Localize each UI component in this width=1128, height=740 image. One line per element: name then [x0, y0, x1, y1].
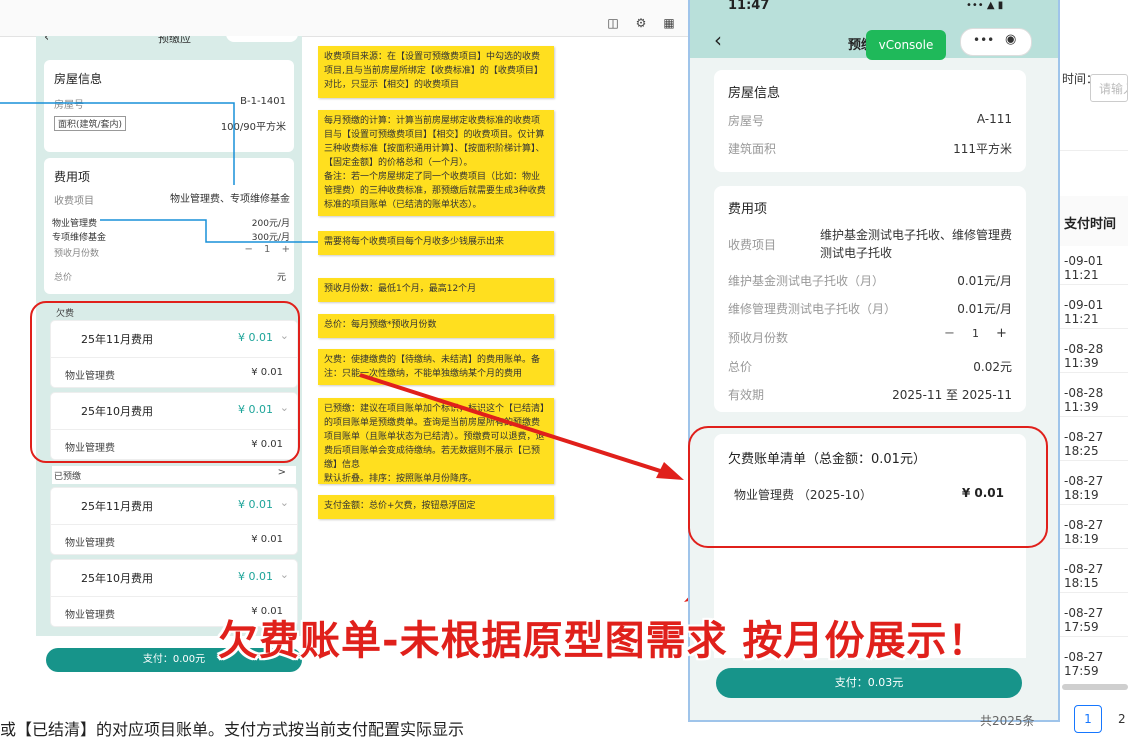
- fee-items-title: 费用项: [728, 202, 768, 217]
- table-row: -08-27 18:15: [1064, 562, 1104, 590]
- table-header: 支付时间: [1060, 196, 1128, 246]
- table-row: -09-01 11:21: [1064, 254, 1104, 282]
- house-info-title: 房屋信息: [728, 86, 781, 101]
- divider: [1060, 592, 1128, 593]
- charge-item-label: 收费项目: [728, 238, 777, 252]
- divider: [1060, 460, 1128, 461]
- months-stepper[interactable]: − 1 +: [940, 326, 1010, 346]
- annotation-line: [0, 102, 235, 185]
- divider: [1060, 284, 1128, 285]
- capsule-button[interactable]: ••• ◉: [960, 28, 1032, 56]
- total-count: 共2025条: [980, 714, 1035, 728]
- total-value: 0.02元: [973, 360, 1012, 374]
- page-1-button[interactable]: 1: [1074, 705, 1102, 733]
- divider: [1060, 504, 1128, 505]
- plus-icon[interactable]: +: [996, 326, 1007, 341]
- divider: [1060, 150, 1128, 151]
- table-row: -08-28 11:39: [1064, 386, 1104, 414]
- charge-item-value: 维护基金测试电子托收、维修管理费测试电子托收: [820, 228, 1013, 260]
- annotation-line: [100, 219, 318, 243]
- red-arrow: [359, 373, 677, 478]
- months-label: 预收月份数: [728, 331, 789, 345]
- vconsole-button[interactable]: vConsole: [866, 30, 946, 60]
- status-icons: ••• ▲ ▮: [966, 0, 1004, 11]
- area-label: 建筑面积: [728, 142, 777, 156]
- time-filter-input[interactable]: 请输入: [1090, 74, 1128, 102]
- table-row: -08-27 17:59: [1064, 650, 1104, 678]
- table-row: -08-27 18:25: [1064, 430, 1104, 458]
- divider: [1060, 372, 1128, 373]
- minus-icon[interactable]: −: [944, 326, 955, 341]
- room-value: A-111: [976, 112, 1012, 126]
- phone-arrears-highlight: [688, 426, 1048, 548]
- fee1-value: 0.01元/月: [957, 274, 1012, 288]
- time-filter-placeholder: 请输入: [1099, 82, 1127, 96]
- room-label: 房屋号: [728, 114, 765, 128]
- table-row: -08-27 18:19: [1064, 518, 1104, 546]
- divider: [1060, 328, 1128, 329]
- period-label: 有效期: [728, 388, 765, 402]
- back-icon[interactable]: ‹: [714, 28, 722, 52]
- red-arrowhead: [656, 462, 684, 480]
- table-row: -08-27 18:19: [1064, 474, 1104, 502]
- period-value: 2025-11 至 2025-11: [892, 388, 1012, 402]
- phone-house-card: 房屋信息 房屋号 A-111 建筑面积 111平方米: [714, 70, 1026, 172]
- phone-pay-button[interactable]: 支付：0.03元: [716, 668, 1022, 698]
- months-value: 1: [972, 327, 979, 340]
- table-row: -08-27 17:59: [1064, 606, 1104, 634]
- fee2-value: 0.01元/月: [957, 302, 1012, 316]
- fee1-label: 维护基金测试电子托收（月）: [728, 274, 885, 288]
- status-time: 11:47: [728, 0, 770, 13]
- divider: [1060, 636, 1128, 637]
- document-text: 或【已结清】的对应项目账单。支付方式按当前支付配置实际显示: [0, 720, 465, 739]
- divider: [1060, 548, 1128, 549]
- total-label: 总价: [728, 360, 753, 374]
- pay-time-header: 支付时间: [1064, 217, 1117, 232]
- page-2-button[interactable]: 2: [1118, 712, 1126, 726]
- more-icon[interactable]: •••: [973, 33, 994, 47]
- table-row: -09-01 11:21: [1064, 298, 1104, 326]
- divider: [1060, 416, 1128, 417]
- annotation-text: 欠费账单-未根据原型图需求 按月份展示！: [218, 618, 989, 664]
- table-row: -08-28 11:39: [1064, 342, 1104, 370]
- fee2-label: 维修管理费测试电子托收（月）: [728, 302, 897, 316]
- close-target-icon[interactable]: ◉: [1005, 32, 1016, 47]
- horizontal-scrollbar[interactable]: [1062, 684, 1128, 690]
- area-value: 111平方米: [953, 142, 1012, 156]
- phone-fee-card: 费用项 收费项目 维护基金测试电子托收、维修管理费测试电子托收 维护基金测试电子…: [714, 186, 1026, 412]
